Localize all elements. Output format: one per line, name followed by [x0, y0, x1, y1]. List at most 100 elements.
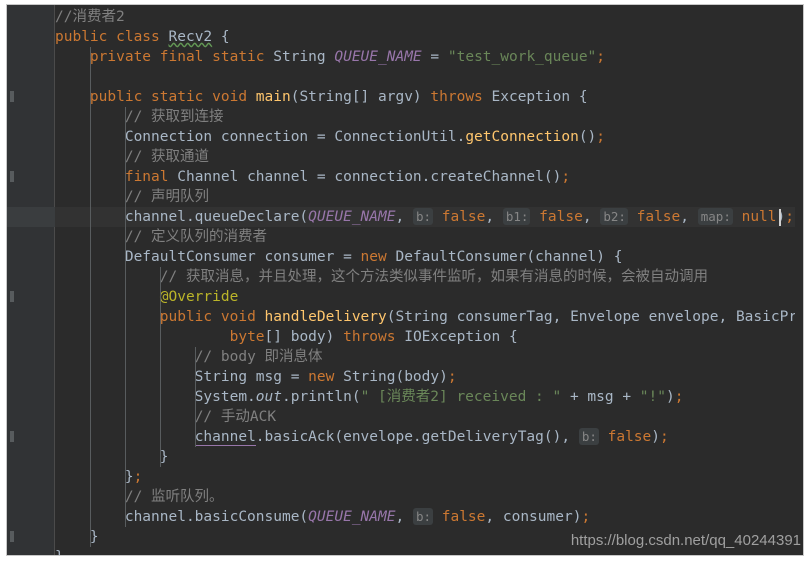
code-token: ;	[674, 389, 684, 405]
code-token: =	[421, 49, 448, 65]
code-line: public class Recv2 {	[55, 27, 230, 47]
code-token: channel.queueDeclare(	[55, 209, 309, 225]
code-token: Exception {	[491, 89, 588, 105]
code-line: final Channel channel = connection.creat…	[55, 167, 570, 187]
code-token: [] body)	[264, 329, 344, 345]
code-token: ;	[596, 49, 606, 65]
text-caret	[779, 209, 781, 226]
code-line: }	[55, 547, 64, 555]
code-token-reference: channel	[194, 429, 256, 446]
code-token: channel.basicConsume(	[55, 509, 309, 525]
code-token: final	[124, 169, 178, 185]
code-token: ;	[660, 429, 669, 445]
code-token: DefaultConsumer consumer =	[55, 249, 361, 265]
vcs-gutter[interactable]	[7, 5, 21, 555]
code-token: System.	[55, 389, 256, 405]
code-line: }	[55, 447, 169, 467]
code-token: ;	[133, 469, 143, 485]
code-token: false	[598, 429, 652, 445]
current-line-gutter-highlight	[7, 207, 55, 227]
code-token: " [消费者2] received : "	[360, 389, 562, 405]
code-line: // 声明队列	[55, 187, 209, 207]
code-token: ,	[485, 209, 503, 225]
code-line: Connection connection = ConnectionUtil.g…	[55, 127, 605, 147]
code-token: QUEUE_NAME	[308, 209, 396, 225]
code-token: (String[] argv)	[290, 89, 431, 105]
code-token: ;	[447, 369, 457, 385]
code-token: ;	[785, 209, 794, 225]
code-token: main	[255, 89, 291, 105]
indent-guide	[159, 267, 161, 467]
code-token: .println(	[282, 389, 361, 405]
code-line: channel.basicConsume(QUEUE_NAME, b: fals…	[55, 507, 590, 527]
code-token: String(body)	[343, 369, 448, 385]
code-token: ,	[395, 209, 413, 225]
code-text-area[interactable]: //消费者2 public class Recv2 { private final…	[7, 5, 803, 555]
parameter-hint: b1:	[502, 208, 531, 225]
code-token: private final static	[89, 49, 274, 65]
code-token: , consumer)	[485, 509, 582, 525]
code-token: DefaultConsumer(channel) {	[395, 249, 623, 265]
code-token-warning: Recv2	[168, 29, 213, 45]
code-token: // 定义队列的消费者	[124, 229, 268, 245]
vcs-change-marker[interactable]	[10, 171, 14, 182]
code-line: String msg = new String(body);	[55, 367, 457, 387]
code-token: handleDelivery	[264, 309, 387, 325]
indent-guide	[89, 47, 91, 547]
code-token: // 监听队列。	[124, 489, 224, 505]
code-token: // 声明队列	[124, 189, 210, 205]
code-token: {	[212, 29, 230, 45]
code-line: // 获取到连接	[55, 107, 224, 127]
vcs-change-marker[interactable]	[10, 431, 14, 442]
code-line: // 获取通道	[55, 147, 209, 167]
code-token: "!"	[639, 389, 666, 405]
code-line: // body 即消息体	[55, 347, 323, 367]
editor-window: //消费者2 public class Recv2 { private final…	[0, 0, 810, 562]
code-line: System.out.println(" [消费者2] received : "…	[55, 387, 684, 407]
code-line: // 手动ACK	[55, 407, 276, 427]
code-token: ,	[680, 209, 698, 225]
vcs-change-marker[interactable]	[10, 91, 14, 102]
icon-gutter[interactable]	[21, 5, 55, 555]
indent-guide	[194, 347, 196, 447]
code-token: public void	[159, 309, 265, 325]
code-token: // 获取消息，并且处理，这个方法类似事件监听，如果有消息的时候，会被自动调用	[159, 269, 708, 285]
code-line: DefaultConsumer consumer = new DefaultCo…	[55, 247, 623, 267]
code-token: QUEUE_NAME	[308, 509, 396, 525]
code-token: false	[433, 509, 486, 525]
code-token: IOException {	[404, 329, 518, 345]
code-token: QUEUE_NAME	[334, 49, 422, 65]
code-token: null	[732, 209, 777, 225]
vcs-change-marker[interactable]	[10, 291, 14, 302]
code-token: Connection connection = ConnectionUtil.	[55, 129, 466, 145]
code-token: // 手动ACK	[194, 409, 277, 425]
code-token: ;	[596, 129, 606, 145]
code-token: Channel channel = connection.createChann…	[177, 169, 562, 185]
code-token: ;	[561, 169, 571, 185]
parameter-hint: map:	[697, 208, 733, 225]
code-token: }	[55, 549, 64, 555]
code-token: //消费者2	[55, 9, 125, 25]
indent-guide	[124, 107, 126, 527]
watermark-container: https://blog.csdn.net/qq_40244391	[503, 525, 803, 555]
code-token: }	[55, 449, 169, 465]
vcs-change-marker[interactable]	[10, 531, 14, 542]
code-line: // 定义队列的消费者	[55, 227, 267, 247]
code-token: out	[255, 389, 282, 405]
code-token: class	[116, 29, 169, 45]
parameter-hint: b:	[412, 508, 434, 525]
code-token: )	[651, 429, 660, 445]
code-token: false	[627, 209, 681, 225]
code-token: getConnection	[465, 129, 579, 145]
code-token: new	[308, 369, 344, 385]
code-editor[interactable]: //消费者2 public class Recv2 { private final…	[6, 4, 804, 556]
code-token: false	[433, 209, 486, 225]
code-token: ;	[581, 509, 591, 525]
code-token: // body 即消息体	[194, 349, 323, 365]
